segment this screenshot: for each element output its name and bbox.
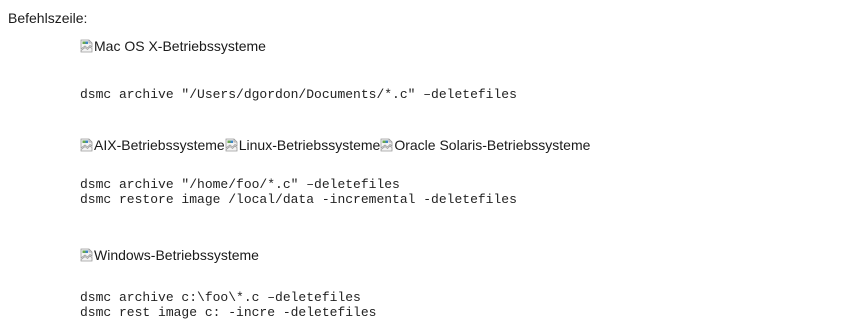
- command-line: dsmc restore image /local/data -incremen…: [80, 192, 517, 207]
- os-label-row-windows: Windows-Betriebssysteme: [80, 246, 259, 264]
- broken-image-icon: [80, 248, 93, 262]
- broken-image-icon: [80, 39, 93, 53]
- heading: Befehlszeile:: [8, 10, 88, 26]
- command-line: dsmc archive c:\foo\*.c –deletefiles: [80, 290, 361, 305]
- command-line: dsmc rest image c: -incre -deletefiles: [80, 305, 377, 320]
- os-label-row-mac: Mac OS X-Betriebssysteme: [80, 37, 266, 55]
- os-label-solaris: Oracle Solaris-Betriebssysteme: [380, 136, 590, 154]
- os-label-aix: AIX-Betriebssysteme: [80, 136, 225, 154]
- code-block-windows: dsmc archive c:\foo\*.c –deletefiles dsm…: [80, 290, 376, 320]
- os-label-windows: Windows-Betriebssysteme: [80, 246, 259, 264]
- os-label-text: AIX-Betriebssysteme: [94, 137, 225, 153]
- os-label-row-unix: AIX-Betriebssysteme Linux-Betriebssystem…: [80, 136, 590, 154]
- broken-image-icon: [225, 138, 238, 152]
- code-block-mac: dsmc archive "/Users/dgordon/Documents/*…: [80, 87, 517, 102]
- command-line: dsmc archive "/Users/dgordon/Documents/*…: [80, 87, 517, 102]
- broken-image-icon: [380, 138, 393, 152]
- os-label-text: Mac OS X-Betriebssysteme: [94, 38, 266, 54]
- broken-image-icon: [80, 138, 93, 152]
- code-block-unix: dsmc archive "/home/foo/*.c" –deletefile…: [80, 177, 517, 207]
- os-label-text: Windows-Betriebssysteme: [94, 247, 259, 263]
- os-label-mac: Mac OS X-Betriebssysteme: [80, 37, 266, 55]
- command-line: dsmc archive "/home/foo/*.c" –deletefile…: [80, 177, 400, 192]
- os-label-text: Oracle Solaris-Betriebssysteme: [394, 137, 591, 153]
- os-label-linux: Linux-Betriebssysteme: [225, 136, 381, 154]
- os-label-text: Linux-Betriebssysteme: [238, 137, 381, 153]
